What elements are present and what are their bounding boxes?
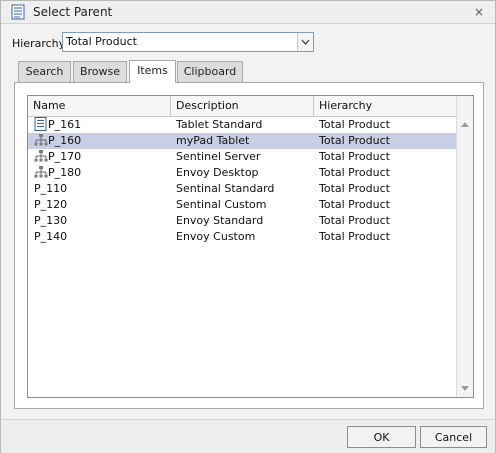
document-icon bbox=[34, 117, 48, 131]
items-grid[interactable]: Name Description Hierarchy P_161 Tablet … bbox=[27, 95, 474, 398]
items-panel: Name Description Hierarchy P_161 Tablet … bbox=[14, 82, 484, 409]
column-header-description[interactable]: Description bbox=[171, 96, 314, 116]
name-cell: P_160 bbox=[34, 133, 171, 149]
row-name: P_160 bbox=[48, 134, 82, 147]
name-cell: P_180 bbox=[34, 165, 171, 181]
hierarchy-icon bbox=[34, 149, 48, 163]
name-cell: P_120 bbox=[34, 198, 68, 211]
row-name: P_180 bbox=[48, 166, 82, 179]
hierarchy-icon bbox=[34, 133, 48, 147]
hierarchy-cell: Total Product bbox=[319, 214, 390, 227]
column-header-name[interactable]: Name bbox=[28, 96, 171, 116]
column-header-hierarchy[interactable]: Hierarchy bbox=[314, 96, 457, 116]
description-cell: Envoy Desktop bbox=[176, 166, 259, 179]
hierarchy-cell: Total Product bbox=[319, 150, 390, 163]
name-cell: P_140 bbox=[34, 230, 68, 243]
description-cell: Envoy Custom bbox=[176, 230, 256, 243]
hierarchy-cell: Total Product bbox=[319, 230, 390, 243]
table-row[interactable]: P_170 Sentinel Server Total Product bbox=[28, 149, 457, 165]
hierarchy-label: Hierarchy bbox=[12, 37, 66, 50]
hierarchy-select-value: Total Product bbox=[66, 35, 137, 48]
name-cell: P_130 bbox=[34, 214, 68, 227]
row-name: P_161 bbox=[48, 118, 82, 131]
row-name: P_170 bbox=[48, 150, 82, 163]
close-icon[interactable]: × bbox=[471, 4, 487, 20]
description-cell: Envoy Standard bbox=[176, 214, 264, 227]
hierarchy-cell: Total Product bbox=[319, 198, 390, 211]
chevron-down-icon[interactable] bbox=[297, 33, 313, 51]
table-row[interactable]: P_110 Sentinal Standard Total Product bbox=[28, 181, 457, 197]
cancel-button[interactable]: Cancel bbox=[420, 426, 487, 448]
description-cell: Sentinal Custom bbox=[176, 198, 267, 211]
vertical-scrollbar[interactable] bbox=[456, 96, 473, 397]
select-parent-dialog: Select Parent × Hierarchy Total Product … bbox=[0, 0, 496, 453]
hierarchy-cell: Total Product bbox=[319, 134, 390, 147]
hierarchy-select[interactable]: Total Product bbox=[62, 32, 314, 52]
title-bar[interactable]: Select Parent × bbox=[1, 1, 495, 24]
grid-header: Name Description Hierarchy bbox=[28, 96, 457, 117]
ok-button[interactable]: OK bbox=[347, 426, 416, 448]
hierarchy-cell: Total Product bbox=[319, 118, 390, 131]
table-row[interactable]: P_140 Envoy Custom Total Product bbox=[28, 229, 457, 245]
tab-clipboard[interactable]: Clipboard bbox=[177, 61, 243, 82]
dialog-footer: OK Cancel bbox=[1, 419, 495, 453]
tab-search[interactable]: Search bbox=[18, 61, 71, 82]
description-cell: Sentinal Standard bbox=[176, 182, 275, 195]
hierarchy-cell: Total Product bbox=[319, 182, 390, 195]
name-cell: P_170 bbox=[34, 149, 171, 165]
dialog-title: Select Parent bbox=[33, 5, 113, 19]
table-row[interactable]: P_180 Envoy Desktop Total Product bbox=[28, 165, 457, 181]
document-icon bbox=[11, 4, 27, 20]
tab-browse[interactable]: Browse bbox=[73, 61, 127, 82]
hierarchy-icon bbox=[34, 165, 48, 179]
table-row[interactable]: P_160 myPad Tablet Total Product bbox=[28, 133, 457, 149]
name-cell: P_161 bbox=[34, 117, 171, 133]
table-row[interactable]: P_120 Sentinal Custom Total Product bbox=[28, 197, 457, 213]
table-row[interactable]: P_130 Envoy Standard Total Product bbox=[28, 213, 457, 229]
scroll-up-icon[interactable] bbox=[457, 117, 473, 133]
description-cell: Sentinel Server bbox=[176, 150, 261, 163]
scroll-down-icon[interactable] bbox=[457, 381, 473, 397]
description-cell: myPad Tablet bbox=[176, 134, 250, 147]
description-cell: Tablet Standard bbox=[176, 118, 263, 131]
hierarchy-cell: Total Product bbox=[319, 166, 390, 179]
name-cell: P_110 bbox=[34, 182, 68, 195]
table-row[interactable]: P_161 Tablet Standard Total Product bbox=[28, 117, 457, 133]
tab-items[interactable]: Items bbox=[129, 60, 176, 83]
